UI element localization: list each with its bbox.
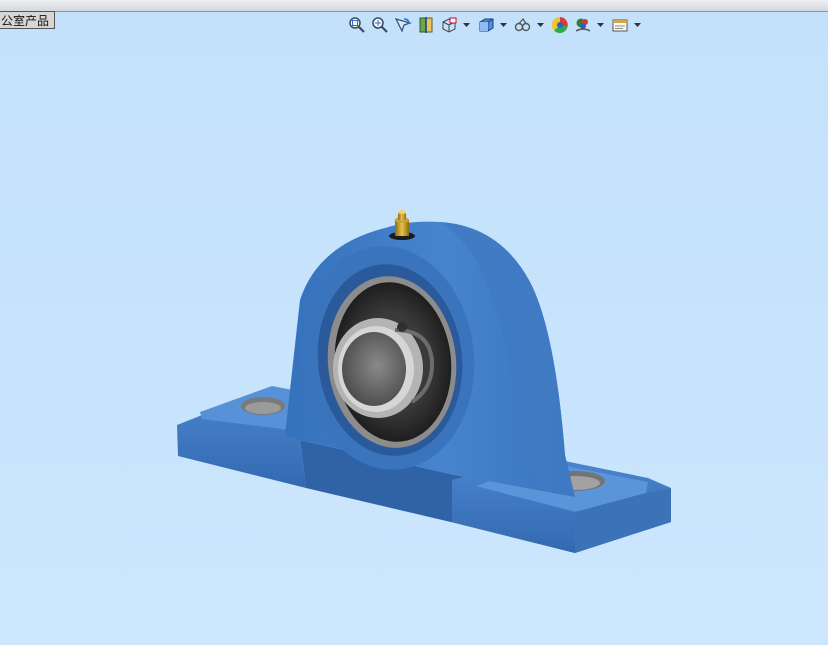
window-title-bar [0,0,828,12]
set-screw-hole [397,322,407,332]
shaft-bore [342,332,406,406]
graphics-area[interactable] [0,12,828,645]
bearing-model [177,210,671,553]
